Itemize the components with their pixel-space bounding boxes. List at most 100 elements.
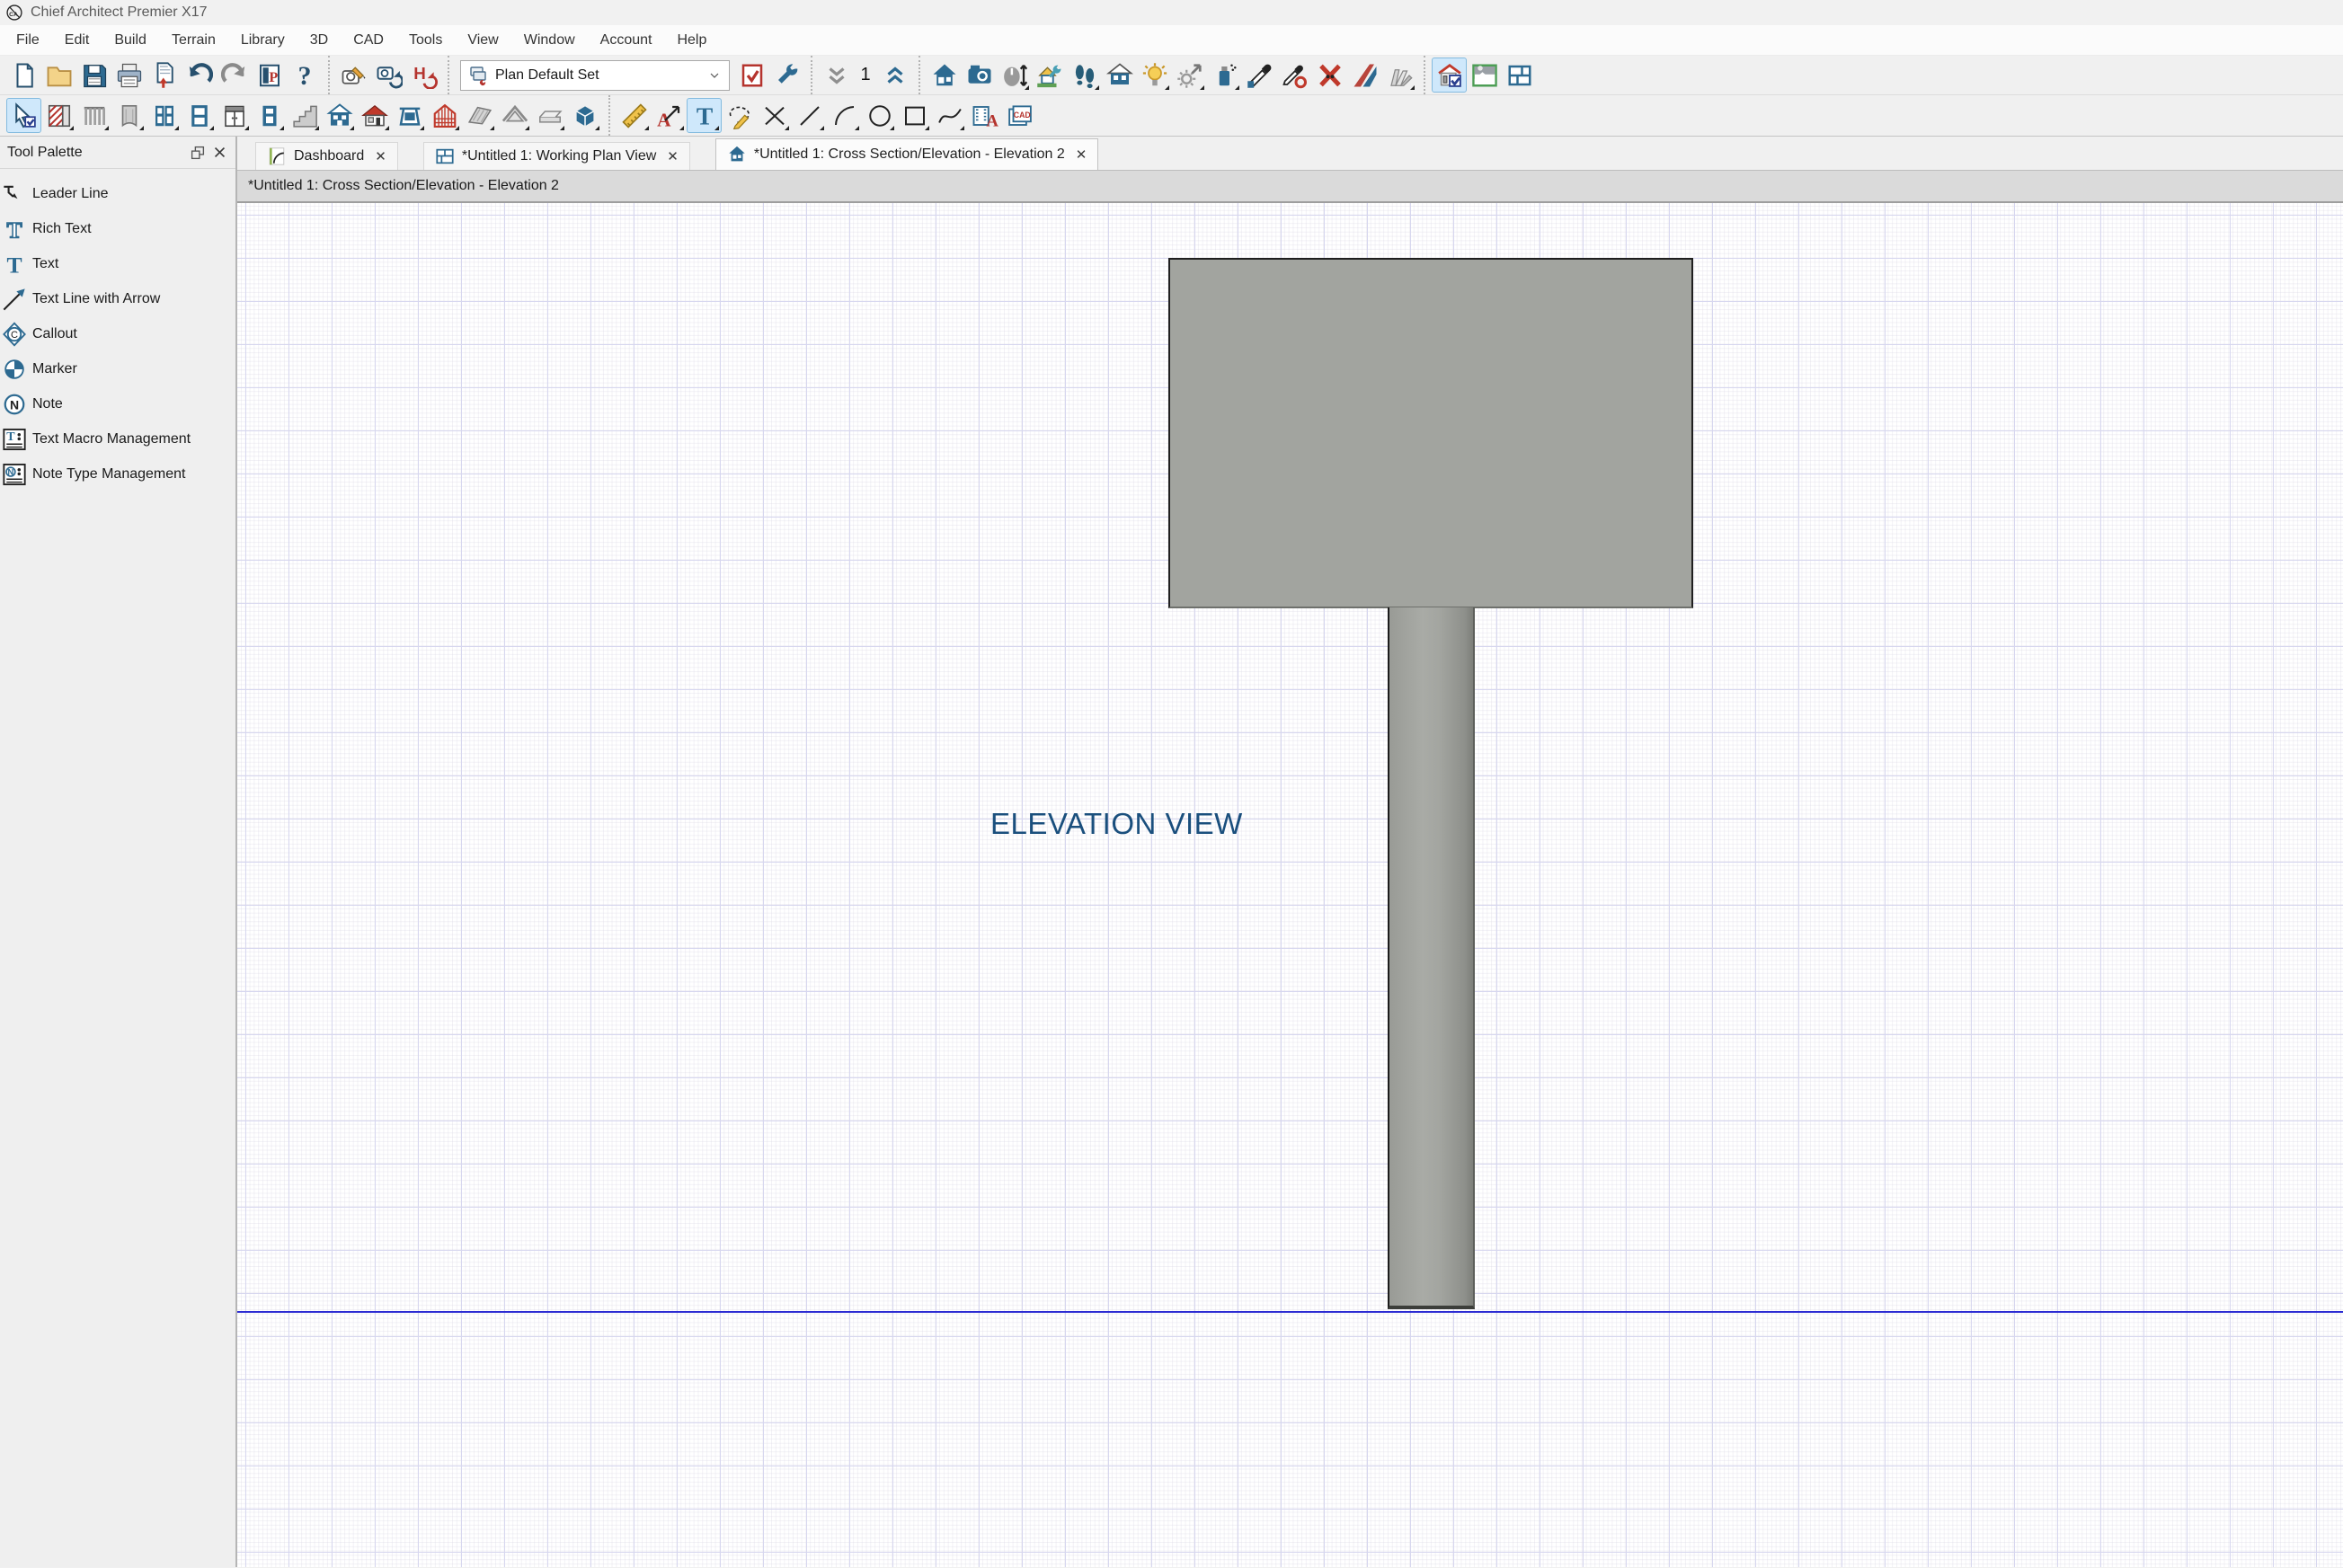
- palette-item-marker[interactable]: Marker: [0, 351, 235, 386]
- delete-3d-surface-button[interactable]: [1312, 58, 1347, 93]
- tile-windows-button[interactable]: [1502, 58, 1537, 93]
- menu-build[interactable]: Build: [102, 25, 159, 55]
- tab-close-icon[interactable]: ✕: [371, 148, 386, 164]
- current-floor-indicator: 1: [860, 65, 871, 84]
- tab-close-icon[interactable]: ✕: [1072, 146, 1087, 163]
- cross-section-elevation-button[interactable]: [1432, 58, 1467, 93]
- roof-plane-button[interactable]: [462, 98, 497, 133]
- curved-wall-button[interactable]: [111, 98, 146, 133]
- window-button[interactable]: [182, 98, 217, 133]
- view-tab-elevation-house[interactable]: *Untitled 1: Cross Section/Elevation - E…: [714, 138, 1099, 170]
- undo-button[interactable]: [182, 58, 217, 93]
- spray-material-button[interactable]: [1207, 58, 1242, 93]
- remodel-3d-button[interactable]: [1032, 58, 1067, 93]
- print-button[interactable]: [111, 58, 146, 93]
- hinged-door-button[interactable]: [146, 98, 182, 133]
- draw-rectangle-button[interactable]: [897, 98, 932, 133]
- float-panel-button[interactable]: [187, 143, 209, 163]
- ruler-icon: [621, 102, 648, 129]
- sketch-mask-button[interactable]: [722, 98, 757, 133]
- fan-deck-button[interactable]: [1382, 58, 1417, 93]
- menu-library[interactable]: Library: [228, 25, 297, 55]
- help-button[interactable]: ?: [287, 58, 322, 93]
- drawing-canvas[interactable]: ELEVATION VIEW: [237, 203, 2343, 1567]
- view-tab-dashboard-page[interactable]: Dashboard ✕: [255, 142, 398, 170]
- dimension-button[interactable]: [617, 98, 652, 133]
- menu-help[interactable]: Help: [664, 25, 719, 55]
- mouse-orbit-camera-button[interactable]: [997, 58, 1032, 93]
- color-eyedropper-button[interactable]: [1242, 58, 1277, 93]
- menu-window[interactable]: Window: [511, 25, 588, 55]
- edit-active-view-button[interactable]: [336, 58, 371, 93]
- menu-view[interactable]: View: [455, 25, 510, 55]
- toggle-sunlight-button[interactable]: [1137, 58, 1172, 93]
- picture-backdrop-button[interactable]: [1467, 58, 1502, 93]
- full-camera-button[interactable]: [927, 58, 962, 93]
- material-blade-button[interactable]: [1347, 58, 1382, 93]
- select-objects-button[interactable]: [6, 98, 41, 133]
- refresh-camera-view-button[interactable]: [371, 58, 406, 93]
- palette-item-note-type-management[interactable]: N Note Type Management: [0, 456, 235, 492]
- menu-3d[interactable]: 3D: [297, 25, 341, 55]
- cross-box-button[interactable]: [757, 98, 792, 133]
- active-defaults-button[interactable]: [734, 58, 769, 93]
- walkthrough-button[interactable]: [1067, 58, 1102, 93]
- menu-edit[interactable]: Edit: [52, 25, 102, 55]
- project-browser-button[interactable]: P: [252, 58, 287, 93]
- elevation-sign-board-shape[interactable]: [1168, 258, 1693, 608]
- rebuild-3d-button[interactable]: H: [406, 58, 441, 93]
- object-eyedropper-button[interactable]: [1277, 58, 1312, 93]
- text-with-arrow-button[interactable]: A: [652, 98, 687, 133]
- palette-item-callout[interactable]: C Callout: [0, 316, 235, 351]
- open-plan-button[interactable]: [41, 58, 76, 93]
- gable-roof-button[interactable]: [497, 98, 532, 133]
- menu-tools[interactable]: Tools: [396, 25, 455, 55]
- view-tab-plan-view[interactable]: *Untitled 1: Working Plan View ✕: [422, 142, 690, 170]
- palette-item-text[interactable]: T Text: [0, 246, 235, 281]
- menu-file[interactable]: File: [4, 25, 52, 55]
- elevation-sign-post-shape[interactable]: [1388, 607, 1475, 1309]
- redo-button[interactable]: [217, 58, 252, 93]
- straight-wall-button[interactable]: [41, 98, 76, 133]
- cad-text-tools-button[interactable]: A: [967, 98, 1002, 133]
- cad-detail-button[interactable]: CAD: [1002, 98, 1037, 133]
- palette-item-leader-line[interactable]: Leader Line: [0, 176, 235, 211]
- printer-icon: [116, 62, 143, 89]
- tab-close-icon[interactable]: ✕: [663, 148, 679, 164]
- straight-stairs-button[interactable]: [287, 98, 322, 133]
- palette-item-rich-text[interactable]: T Rich Text: [0, 211, 235, 246]
- palette-item-note[interactable]: N Note: [0, 386, 235, 421]
- primitive-box-button[interactable]: [567, 98, 602, 133]
- default-set-dropdown[interactable]: Plan Default Set: [460, 59, 730, 91]
- elevation-view-annotation[interactable]: ELEVATION VIEW: [990, 807, 1243, 841]
- draw-circle-button[interactable]: [862, 98, 897, 133]
- fan-deck-icon: [1387, 62, 1414, 89]
- build-framing-button[interactable]: [427, 98, 462, 133]
- draw-spline-button[interactable]: [932, 98, 967, 133]
- draw-arc-button[interactable]: [827, 98, 862, 133]
- auto-roof-button[interactable]: [357, 98, 392, 133]
- close-panel-button[interactable]: [209, 143, 230, 163]
- default-settings-button[interactable]: [769, 58, 804, 93]
- base-cabinet-button[interactable]: [217, 98, 252, 133]
- up-one-floor-button[interactable]: [877, 58, 912, 93]
- menu-terrain[interactable]: Terrain: [159, 25, 228, 55]
- down-one-floor-button[interactable]: [819, 58, 854, 93]
- straight-railing-button[interactable]: [76, 98, 111, 133]
- text-button[interactable]: T: [687, 98, 722, 133]
- draw-line-button[interactable]: [792, 98, 827, 133]
- doll-house-view-button[interactable]: [1102, 58, 1137, 93]
- palette-item-text-line-with-arrow[interactable]: Text Line with Arrow: [0, 281, 235, 316]
- export-view-button[interactable]: [146, 58, 182, 93]
- menu-cad[interactable]: CAD: [341, 25, 396, 55]
- menu-account[interactable]: Account: [588, 25, 665, 55]
- perspective-camera-button[interactable]: [962, 58, 997, 93]
- save-plan-button[interactable]: [76, 58, 111, 93]
- auto-dormer-button[interactable]: [322, 98, 357, 133]
- new-plan-button[interactable]: [6, 58, 41, 93]
- bay-window-button[interactable]: [392, 98, 427, 133]
- soffit-button[interactable]: [532, 98, 567, 133]
- palette-item-text-macro-management[interactable]: T Text Macro Management: [0, 421, 235, 456]
- adjust-lights-button[interactable]: [1172, 58, 1207, 93]
- doorway-button[interactable]: [252, 98, 287, 133]
